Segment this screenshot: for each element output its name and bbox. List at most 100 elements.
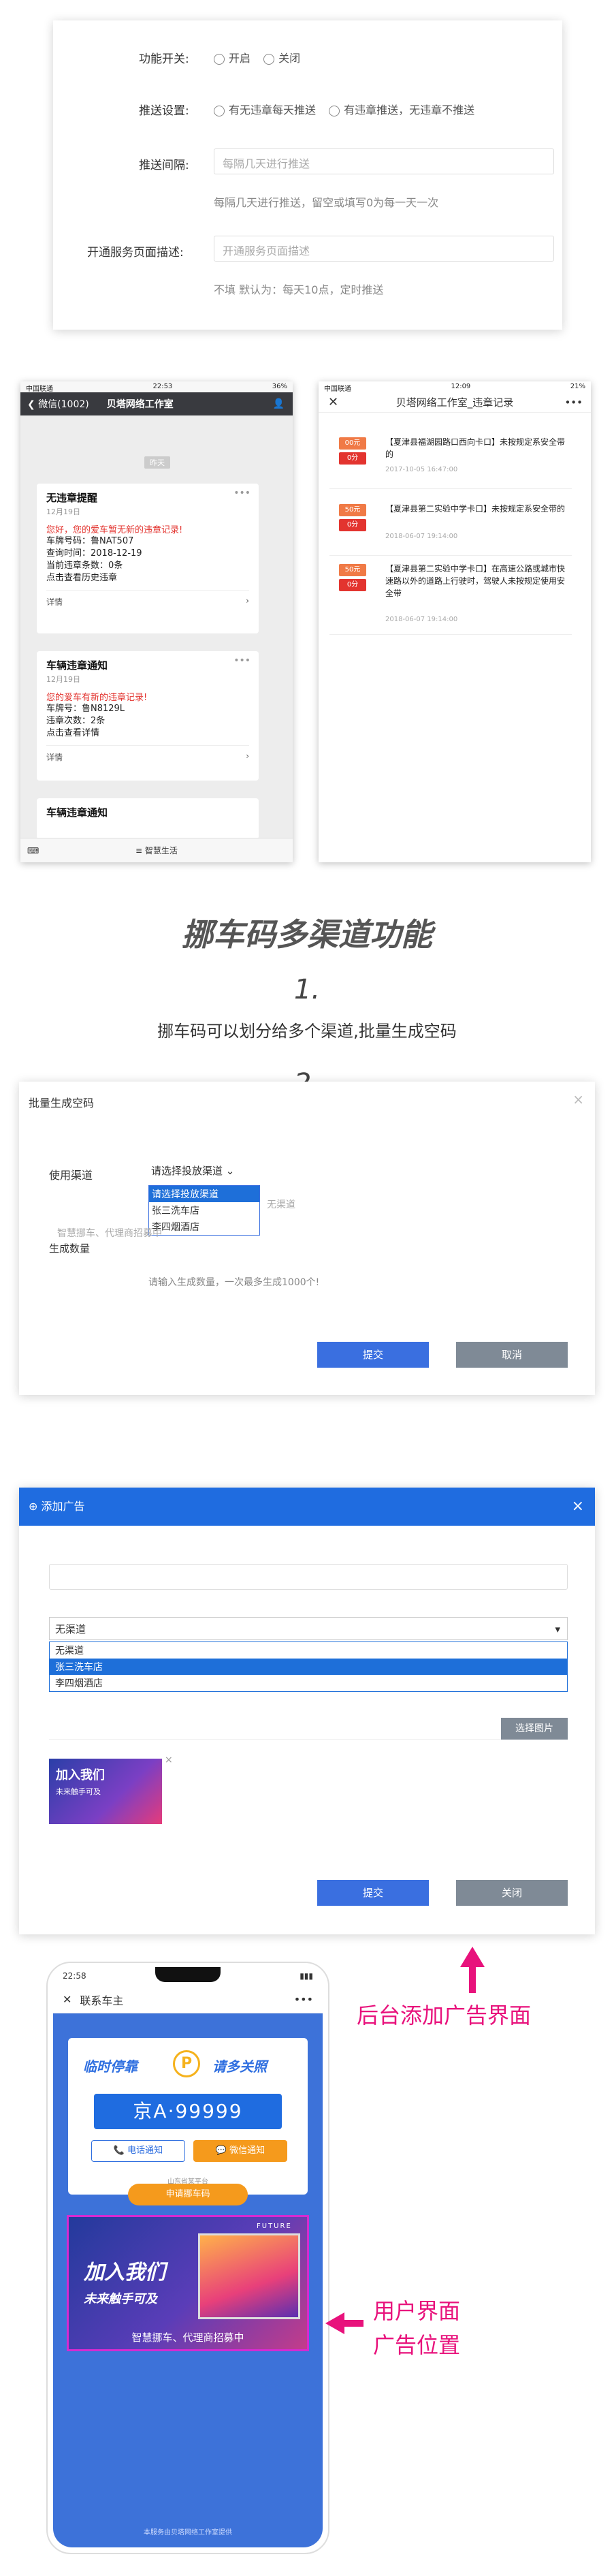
ad-tag: FUTURE (257, 2222, 292, 2230)
push-label: 推送设置: (139, 104, 189, 118)
annotation-backend: 后台添加广告界面 (357, 2002, 532, 2028)
add-ad-dialog: ⊕ 添加广告 × 无渠道 ▾ 无渠道 张三洗车店 李四烟酒店 选择图片 加入我们… (19, 1488, 595, 1934)
step-1-number: 1. (293, 974, 321, 1005)
arrow-left-icon (325, 2312, 344, 2334)
dropdown-option[interactable]: 李四烟酒店 (50, 1675, 567, 1691)
desc-hint: 不填 默认为：每天10点，定时推送 (214, 283, 384, 296)
time-chip: 昨天 (144, 456, 170, 469)
back-button[interactable]: ❮ 微信(1002) (27, 397, 89, 411)
submit-button[interactable]: 提交 (317, 1342, 429, 1368)
dropdown-option[interactable]: 张三洗车店 (50, 1659, 567, 1675)
contact-body: 临时停靠 P 请多关照 京A·99999 📞 电话通知 💬 微信通知 山东省某平… (53, 2013, 323, 2547)
plate: 京A·99999 (94, 2094, 282, 2129)
card-violation[interactable]: ••• 车辆违章通知 12月19日 您的爱车有新的违章记录! 车牌号：鲁N812… (37, 651, 259, 781)
radio-push-violation[interactable]: 有违章推送，无违章不推送 (329, 101, 474, 117)
ad-channel-dropdown: 无渠道 张三洗车店 李四烟酒店 (49, 1642, 568, 1692)
annotation-user: 用户界面 (373, 2298, 461, 2324)
remove-image-icon[interactable]: × (165, 1755, 173, 1765)
points-badge: 0分 (339, 519, 366, 531)
dropdown-option[interactable]: 无渠道 (50, 1642, 567, 1659)
batch-generate-dialog: 批量生成空码 × 使用渠道 请选择投放渠道 ⌄ 请选择投放渠道 张三洗车店 李四… (19, 1082, 595, 1395)
chevron-down-icon: ⌄ (225, 1165, 235, 1177)
wechat-chat-screenshot: 中国联通 22:53 36% ❮ 微信(1002) 贝塔网络工作室 👤 昨天 •••… (20, 381, 293, 862)
channel-dropdown: 请选择投放渠道 张三洗车店 李四烟酒店 (148, 1185, 260, 1236)
func-radio-group: 开启 关闭 (214, 49, 310, 65)
menu-item-life[interactable]: ≡ 智慧生活 (135, 846, 178, 855)
slogan-left: 临时停靠 (83, 2058, 138, 2075)
dialog-title: 批量生成空码 (29, 1097, 95, 1110)
ad-title-input[interactable] (49, 1564, 568, 1590)
close-button[interactable]: 关闭 (456, 1880, 568, 1906)
points-badge: 0分 (339, 452, 366, 465)
more-icon[interactable]: ••• (294, 1993, 313, 2006)
arrow-up-shaft (469, 1966, 476, 1993)
radio-push-daily[interactable]: 有无违章每天推送 (214, 101, 316, 117)
apply-button[interactable]: 申请挪车码 (128, 2184, 248, 2205)
fine-badge: 50元 (339, 564, 366, 576)
close-icon[interactable]: × (572, 1488, 584, 1526)
ad-banner[interactable]: 加入我们 未来触手可及 FUTURE 智慧挪车、代理商招募中 (67, 2215, 309, 2351)
submit-button[interactable]: 提交 (317, 1880, 429, 1906)
contact-card: 临时停靠 P 请多关照 京A·99999 📞 电话通知 💬 微信通知 山东省某平… (68, 2038, 308, 2195)
ad-thumbnail: 加入我们 未来触手可及 (49, 1759, 162, 1824)
records-header: ✕ 贝塔网络工作室_违章记录 ••• (319, 392, 591, 413)
ad-laptop (198, 2233, 300, 2319)
chat-bottom-bar: ⌨ ≡ 智慧生活 (20, 838, 293, 862)
phone-screen: 22:58 ▮▮▮ ✕ 联系车主 ••• 临时停靠 P 请多关照 京A·99999… (53, 1967, 323, 2547)
violation-date: 2018-06-07 19:14:00 (385, 533, 458, 540)
footer-text: 本服务由贝塔网络工作室提供 (144, 2529, 232, 2536)
violation-text: 【夏津县福湖园路口西向卡口】未按规定系安全带的 (385, 437, 566, 459)
channel-select[interactable]: 请选择投放渠道 ⌄ (148, 1161, 257, 1181)
interval-input[interactable]: 每隔几天进行推送 (214, 148, 554, 174)
no-channel-text: 无渠道 (267, 1199, 295, 1210)
image-path-input[interactable] (49, 1718, 501, 1740)
profile-icon[interactable]: 👤 (273, 398, 285, 409)
violation-text: 【夏津县第二实验中学卡口】未按规定系安全带的 (385, 504, 566, 514)
step-2-number: 2. (0, 1068, 614, 1083)
parking-icon: P (173, 2050, 200, 2077)
close-icon[interactable]: ✕ (328, 395, 338, 409)
notch (155, 1967, 221, 1982)
card-violation-partial[interactable]: 车辆违章通知 (37, 798, 259, 839)
more-icon[interactable]: ••• (233, 655, 251, 666)
radio-on[interactable]: 开启 (214, 49, 251, 65)
page-title: 联系车主 (80, 1994, 124, 2007)
violation-record[interactable]: 50元 0分 【夏津县第二实验中学卡口】在高速公路或城市快速路以外的道路上行驶时，驾… (329, 560, 572, 635)
more-icon[interactable]: ••• (564, 396, 583, 409)
call-button[interactable]: 📞 电话通知 (91, 2140, 185, 2162)
fine-badge: 50元 (339, 504, 366, 516)
dropdown-option[interactable]: 李四烟酒店 (149, 1219, 259, 1235)
more-icon[interactable]: ••• (233, 488, 251, 499)
ad-channel-select[interactable]: 无渠道 ▾ (49, 1617, 568, 1640)
violation-text: 【夏津县第二实验中学卡口】在高速公路或城市快速路以外的道路上行驶时，驾驶人未按规… (385, 564, 566, 598)
interval-hint: 每隔几天进行推送，留空或填写0为每一天一次 (214, 196, 439, 209)
desc-input[interactable]: 开通服务页面描述 (214, 236, 554, 262)
violation-record[interactable]: 50元 0分 【夏津县第二实验中学卡口】未按规定系安全带的 2018-06-07 19… (329, 500, 572, 556)
arrow-up-icon (460, 1947, 485, 1967)
close-icon[interactable]: ✕ (63, 1993, 71, 2006)
qty-hint: 请输入生成数量，一次最多生成1000个! (148, 1277, 320, 1288)
radio-off[interactable]: 关闭 (263, 49, 300, 65)
choose-image-button[interactable]: 选择图片 (501, 1718, 568, 1740)
desc-label: 开通服务页面描述: (87, 246, 184, 260)
chevron-down-icon: ▾ (555, 1623, 560, 1635)
dropdown-option[interactable]: 请选择投放渠道 (149, 1186, 259, 1202)
violation-record[interactable]: 00元 0分 【夏津县福湖园路口西向卡口】未按规定系安全带的 2017-10-05 1… (329, 433, 572, 489)
dropdown-option[interactable]: 张三洗车店 (149, 1202, 259, 1219)
wechat-button[interactable]: 💬 微信通知 (193, 2140, 287, 2162)
cancel-button[interactable]: 取消 (456, 1342, 568, 1368)
close-icon[interactable]: × (572, 1091, 584, 1108)
chat-title: 贝塔网络工作室 (106, 399, 174, 410)
dialog-header: ⊕ 添加广告 × (19, 1488, 595, 1526)
page-header: ✕ 联系车主 ••• (53, 1986, 323, 2013)
card-no-violation[interactable]: ••• 无违章提醒 12月19日 您好，您的爱车暂无新的违章记录! 车牌号码：鲁… (37, 484, 259, 633)
annotation-ad-position: 广告位置 (373, 2332, 461, 2358)
qty-label: 生成数量 (49, 1242, 91, 1255)
keyboard-icon[interactable]: ⌨ (27, 838, 39, 862)
ad-bottom-text: 智慧挪车、代理商招募中 (131, 2331, 244, 2344)
violation-records-screenshot: 中国联通 12:09 21% ✕ 贝塔网络工作室_违章记录 ••• 00元 0分 【夏津… (319, 381, 591, 862)
slogan-right: 请多关照 (212, 2058, 267, 2075)
records-title: 贝塔网络工作室_违章记录 (395, 396, 514, 409)
status-bar: 中国联通 22:53 36% (20, 381, 293, 393)
func-label: 功能开关: (139, 52, 189, 66)
